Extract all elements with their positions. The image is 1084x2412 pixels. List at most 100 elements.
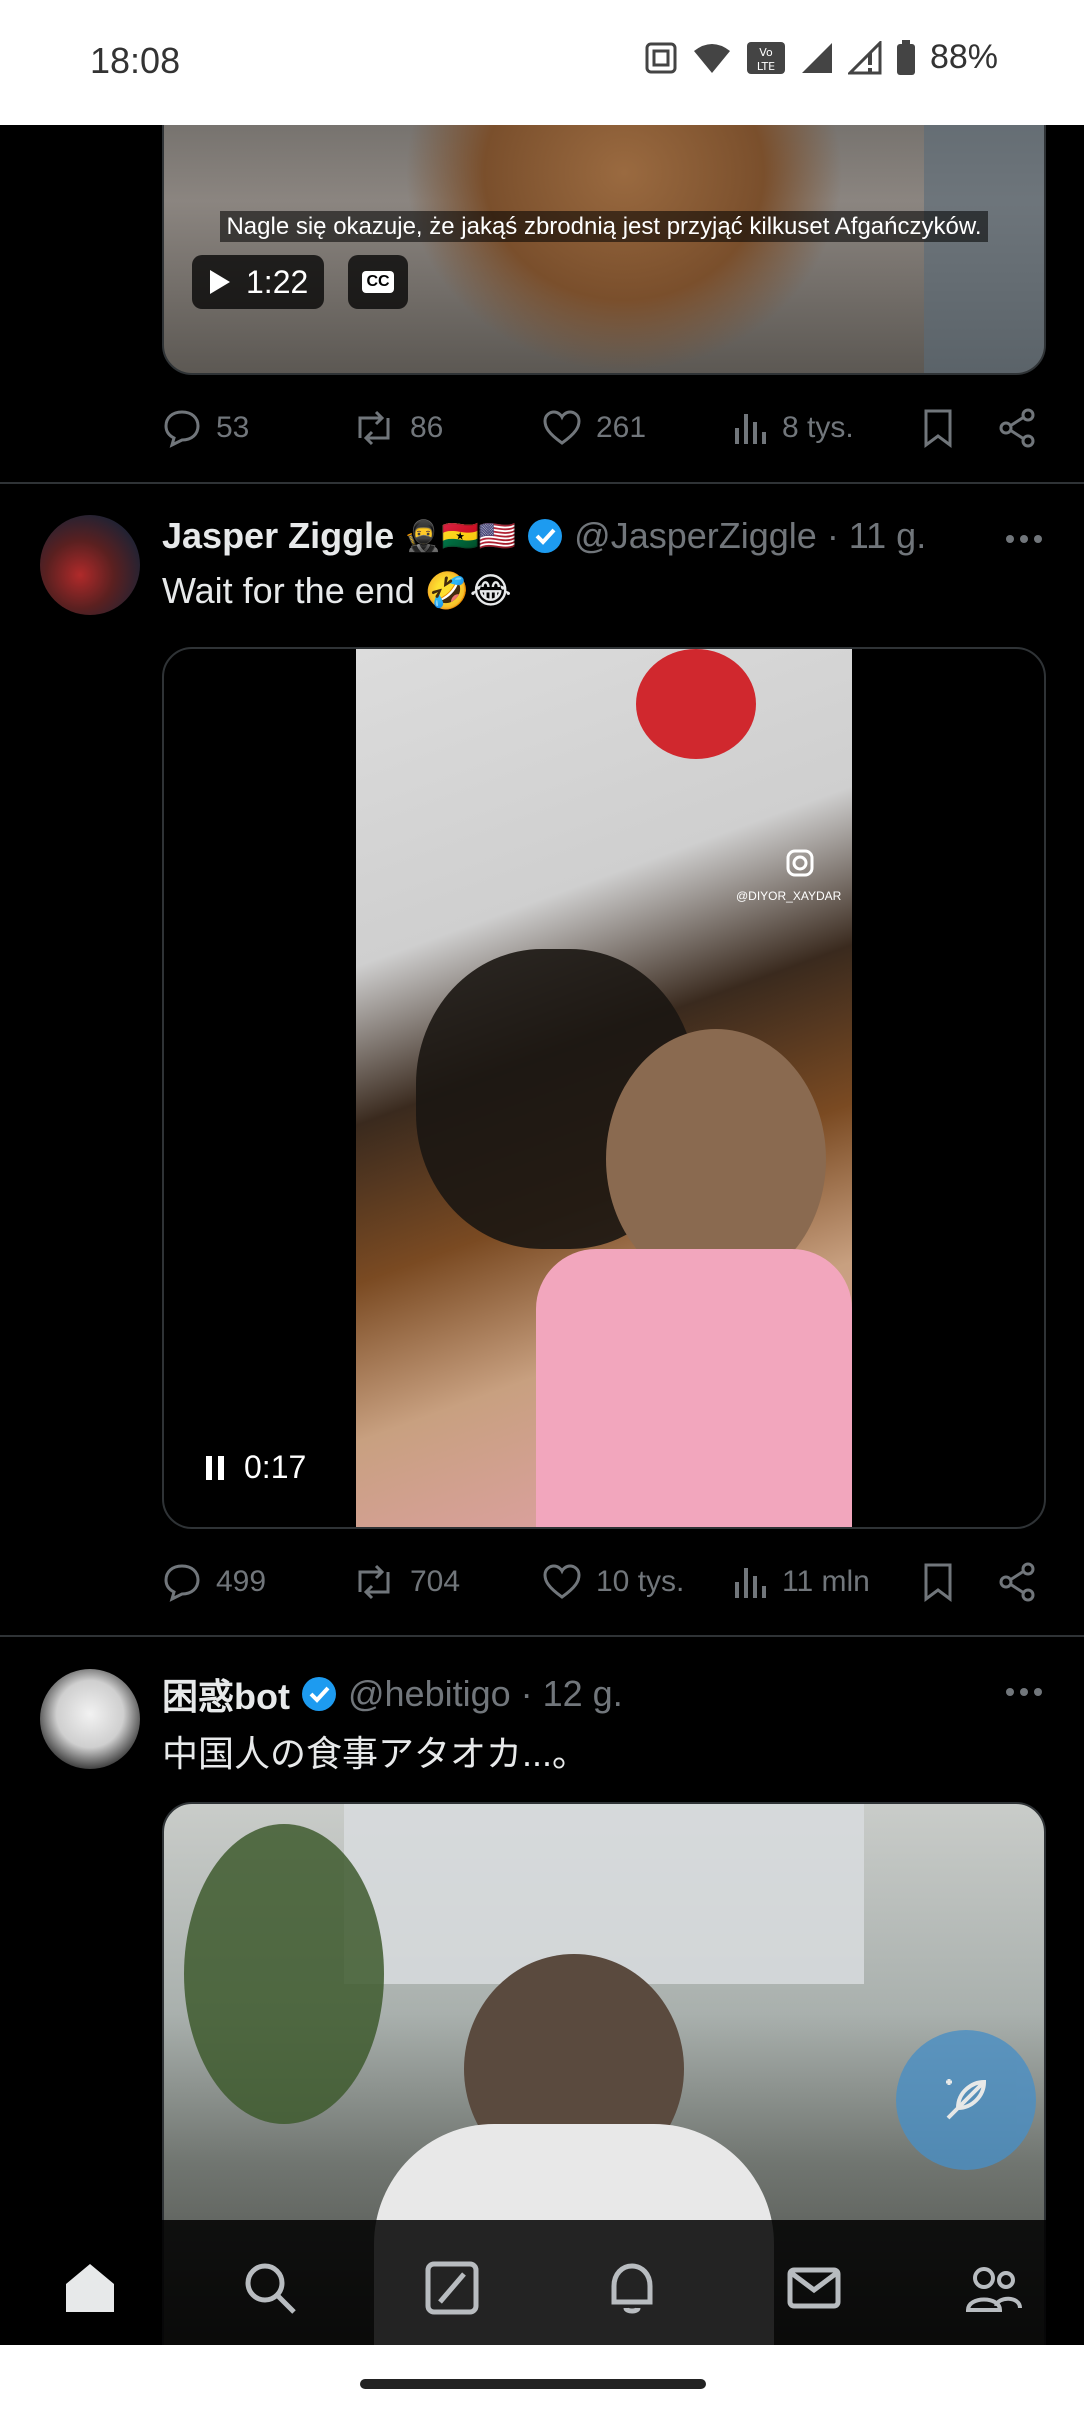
video-frame-window [344,1804,864,1984]
tweet-text: 中国人の食事アタオカ...。 [162,1733,589,1774]
user-handle[interactable]: @hebitigo [348,1673,511,1715]
like-count: 10 tys. [596,1565,685,1598]
tweet-header: 困惑bot @hebitigo · 12 g. [162,1668,623,1720]
verified-badge-icon [301,1677,336,1711]
video-frame: @DIYOR_XAYDAR [356,649,852,1527]
views-button[interactable]: 8 tys. [732,400,854,456]
tweet-divider [0,482,1084,484]
video-frame-toy [636,649,756,759]
display-name[interactable]: Jasper Ziggle [162,515,394,557]
tweet-divider [0,1635,1084,1637]
views-count: 8 tys. [782,411,854,444]
share-icon [999,1562,1035,1602]
bookmark-icon [924,1563,952,1602]
reply-count: 499 [216,1565,267,1598]
nav-grok[interactable] [422,2258,482,2318]
user-handle[interactable]: @JasperZiggle [574,515,817,557]
communities-icon[interactable] [964,2258,1024,2318]
tweet-header: Jasper Ziggle 🥷🇬🇭🇺🇸 @JasperZiggle · 11 g… [162,515,926,557]
repost-count: 704 [410,1565,461,1598]
video-watermark: @DIYOR_XAYDAR [736,889,842,903]
captions-button[interactable]: CC [348,255,408,309]
avatar[interactable] [40,515,140,615]
reply-button[interactable]: 499 [162,1554,266,1610]
share-icon [999,408,1035,448]
tweet-time: · 12 g. [520,1673,623,1714]
bottom-navigation [0,2220,1084,2345]
cc-icon[interactable]: CC [362,271,394,293]
battery-icon [896,39,915,75]
reply-icon [164,410,200,448]
tweet-time: · 11 g. [826,515,927,556]
nav-home[interactable] [60,2258,120,2318]
search-icon[interactable] [240,2258,300,2318]
like-button[interactable]: 10 tys. [542,1554,684,1610]
nav-notifications[interactable] [602,2258,662,2318]
timeline-feed[interactable]: Nagle się okazuje, że jakąś zbrodnią jes… [0,125,1084,2345]
battery-percent: 88% [929,38,998,76]
heart-icon [543,410,581,445]
volte-icon: VoLTE [746,41,785,74]
tweet-text: Wait for the end 🤣😂 [162,570,512,611]
tweet-actions: 499 704 10 tys. 11 mln [162,1554,1042,1610]
video-elapsed-time: 0:17 [244,1449,307,1485]
bell-icon[interactable] [602,2258,662,2318]
svg-text:LTE: LTE [757,60,775,73]
video-duration: 1:22 [246,263,309,300]
bookmark-button[interactable] [922,1554,954,1610]
video-player[interactable]: Nagle się okazuje, że jakąś zbrodnią jes… [162,125,1046,375]
more-options-icon[interactable] [1006,535,1042,543]
share-button[interactable] [998,1554,1036,1610]
repost-icon [358,1564,390,1600]
video-frame-plant [184,1824,384,2124]
repost-button[interactable]: 86 [352,400,443,456]
status-bar: 18:08 Vo LTE 88% [0,0,1084,125]
signal-icon [801,42,832,73]
like-button[interactable]: 261 [542,400,646,456]
signal-alert-icon [847,40,882,74]
repost-icon [358,410,390,446]
views-button[interactable]: 11 mln [732,1554,870,1610]
avatar[interactable] [40,1669,140,1769]
mail-icon[interactable] [784,2258,844,2318]
video-player[interactable]: @DIYOR_XAYDAR 0:17 [162,647,1046,1529]
share-button[interactable] [998,400,1036,456]
status-icons: Vo LTE 88% [644,38,998,77]
repost-button[interactable]: 704 [352,1554,460,1610]
video-scene [404,125,844,373]
play-icon[interactable] [208,268,232,296]
heart-icon [543,1564,581,1599]
pause-icon[interactable] [204,1454,226,1482]
repost-count: 86 [410,411,444,444]
video-pause-control[interactable]: 0:17 [204,1449,306,1486]
tweet-actions: 53 86 261 8 tys. [162,400,1042,456]
reply-button[interactable]: 53 [162,400,249,456]
nav-messages[interactable] [784,2258,844,2318]
grok-icon[interactable] [422,2258,482,2318]
home-indicator[interactable] [360,2379,706,2389]
svg-text:Vo: Vo [759,46,773,59]
display-name[interactable]: 困惑bot [162,1668,290,1720]
video-scene-right [924,125,1044,373]
views-icon [735,1568,766,1598]
more-options-icon[interactable] [1006,1688,1042,1696]
bookmark-icon [924,409,952,448]
video-frame-pink [536,1249,852,1527]
verified-badge-icon [528,519,563,553]
bookmark-button[interactable] [922,400,954,456]
nav-communities[interactable] [964,2258,1024,2318]
video-caption: Nagle się okazuje, że jakąś zbrodnią jes… [204,211,1004,242]
system-gesture-bar [0,2345,1084,2412]
nfc-icon [645,42,677,73]
nav-search[interactable] [240,2258,300,2318]
views-icon [735,414,766,444]
wifi-icon [693,43,730,73]
instagram-icon [786,849,814,877]
compose-feather-icon [946,2079,987,2120]
video-play-control[interactable]: 1:22 [192,255,325,309]
like-count: 261 [596,411,647,444]
name-emojis: 🥷🇬🇭🇺🇸 [404,519,517,553]
views-count: 11 mln [782,1565,870,1598]
home-icon[interactable] [60,2258,120,2318]
compose-button[interactable] [896,2030,1036,2170]
